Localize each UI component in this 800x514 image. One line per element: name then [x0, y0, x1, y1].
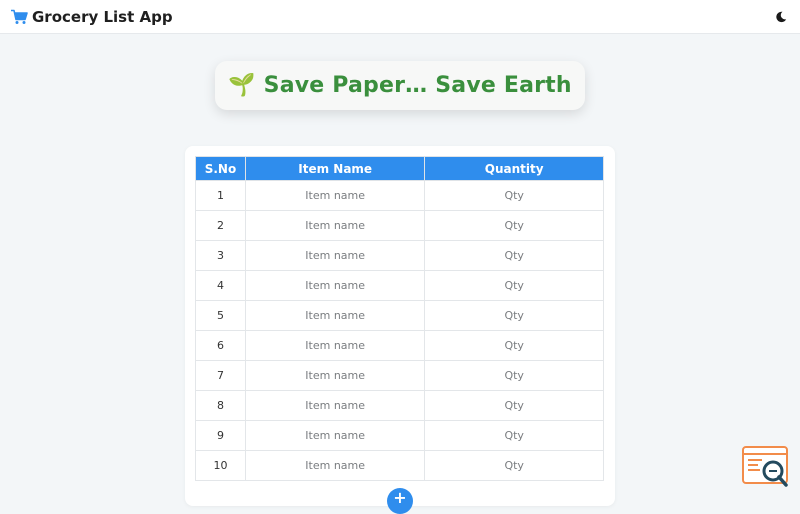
- item-name-input[interactable]: [245, 391, 425, 420]
- row-sno: 9: [195, 420, 246, 451]
- header-item-name: Item Name: [244, 156, 426, 181]
- item-name-cell: [244, 240, 426, 271]
- row-sno: 5: [195, 300, 246, 331]
- row-sno: 2: [195, 210, 246, 241]
- quantity-cell: [424, 360, 604, 391]
- theme-toggle-button[interactable]: [772, 8, 790, 26]
- item-name-input[interactable]: [245, 451, 425, 480]
- search-inspect-icon[interactable]: [742, 445, 790, 489]
- item-name-cell: [244, 330, 426, 361]
- moon-icon: [776, 11, 787, 22]
- table-row: 1: [195, 180, 604, 211]
- header-quantity: Quantity: [424, 156, 604, 181]
- quantity-input[interactable]: [425, 181, 603, 210]
- table-row: 3: [195, 240, 604, 271]
- item-name-input[interactable]: [245, 241, 425, 270]
- table-row: 9: [195, 420, 604, 451]
- header-sno: S.No: [195, 156, 246, 181]
- row-sno: 7: [195, 360, 246, 391]
- row-sno: 1: [195, 180, 246, 211]
- table-row: 6: [195, 330, 604, 361]
- quantity-input[interactable]: [425, 451, 603, 480]
- quantity-cell: [424, 330, 604, 361]
- table-row: 8: [195, 390, 604, 421]
- table-row: 5: [195, 300, 604, 331]
- item-name-input[interactable]: [245, 181, 425, 210]
- quantity-cell: [424, 180, 604, 211]
- shopping-cart-icon: [11, 9, 28, 24]
- table-row: 7: [195, 360, 604, 391]
- item-name-input[interactable]: [245, 211, 425, 240]
- item-name-cell: [244, 210, 426, 241]
- table-row: 2: [195, 210, 604, 241]
- row-sno: 3: [195, 240, 246, 271]
- row-sno: 8: [195, 390, 246, 421]
- item-name-input[interactable]: [245, 361, 425, 390]
- table-row: 10: [195, 450, 604, 481]
- quantity-cell: [424, 270, 604, 301]
- quantity-input[interactable]: [425, 331, 603, 360]
- item-name-cell: [244, 300, 426, 331]
- table-header-row: S.No Item Name Quantity: [195, 156, 604, 181]
- quantity-cell: [424, 240, 604, 271]
- save-paper-banner: 🌱 Save Paper… Save Earth: [215, 61, 585, 110]
- quantity-cell: [424, 420, 604, 451]
- item-name-input[interactable]: [245, 271, 425, 300]
- item-name-input[interactable]: [245, 331, 425, 360]
- quantity-input[interactable]: [425, 361, 603, 390]
- brand: Grocery List App: [10, 8, 173, 26]
- quantity-input[interactable]: [425, 241, 603, 270]
- item-name-input[interactable]: [245, 421, 425, 450]
- item-name-cell: [244, 270, 426, 301]
- quantity-input[interactable]: [425, 301, 603, 330]
- quantity-input[interactable]: [425, 211, 603, 240]
- quantity-input[interactable]: [425, 421, 603, 450]
- quantity-cell: [424, 300, 604, 331]
- item-name-cell: [244, 420, 426, 451]
- item-name-cell: [244, 390, 426, 421]
- quantity-cell: [424, 390, 604, 421]
- item-name-cell: [244, 450, 426, 481]
- item-name-cell: [244, 180, 426, 211]
- table-row: 4: [195, 270, 604, 301]
- banner-text: 🌱 Save Paper… Save Earth: [228, 73, 572, 98]
- top-bar: Grocery List App: [0, 0, 800, 34]
- item-name-cell: [244, 360, 426, 391]
- grocery-table-card: S.No Item Name Quantity 12345678910: [185, 146, 615, 506]
- add-row-label: +: [393, 488, 407, 507]
- row-sno: 10: [195, 450, 246, 481]
- grocery-table: S.No Item Name Quantity 12345678910: [195, 156, 604, 481]
- quantity-cell: [424, 210, 604, 241]
- row-sno: 6: [195, 330, 246, 361]
- quantity-input[interactable]: [425, 271, 603, 300]
- quantity-cell: [424, 450, 604, 481]
- quantity-input[interactable]: [425, 391, 603, 420]
- item-name-input[interactable]: [245, 301, 425, 330]
- add-row-button[interactable]: +: [387, 488, 413, 514]
- row-sno: 4: [195, 270, 246, 301]
- app-title: Grocery List App: [32, 7, 173, 26]
